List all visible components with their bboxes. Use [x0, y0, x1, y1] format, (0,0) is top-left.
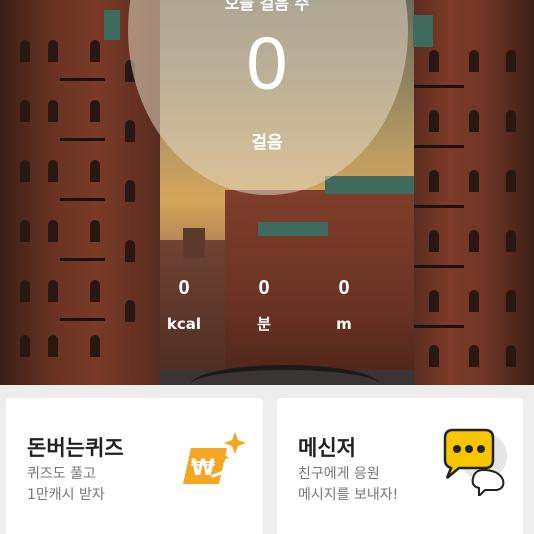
steps-header-label: 오늘 걸음 수	[224, 0, 310, 13]
quiz-card[interactable]: 돈버는퀴즈 퀴즈도 풀고 1만캐시 받자 ₩	[6, 398, 263, 534]
step-count: 0	[246, 22, 288, 105]
calories-value: 0	[178, 277, 190, 299]
calories-stat: 0 kcal	[154, 276, 214, 334]
quiz-card-desc: 퀴즈도 풀고 1만캐시 받자	[27, 466, 105, 503]
church-tower	[183, 228, 205, 258]
distance-unit: m	[336, 315, 352, 333]
chat-bubbles-icon	[443, 428, 507, 496]
green-roof	[258, 222, 328, 236]
quiz-won-icon: ₩	[183, 432, 246, 484]
green-roof	[325, 176, 420, 194]
minutes-value: 0	[258, 277, 270, 299]
messenger-card[interactable]: 메신저 친구에게 응원 메시지를 보내자!	[277, 398, 523, 534]
distance-stat: 0 m	[314, 276, 374, 334]
distance-value: 0	[338, 277, 350, 299]
svg-text:₩: ₩	[191, 456, 215, 481]
minutes-stat: 0 분	[234, 276, 294, 334]
messenger-card-title: 메신저	[298, 436, 356, 460]
hero-background: 오늘 걸음 수 0 걸음 0 kcal 0 분 0 m	[0, 0, 534, 385]
calories-unit: kcal	[166, 315, 202, 333]
minutes-unit: 분	[257, 315, 271, 333]
quiz-card-title: 돈버는퀴즈	[27, 436, 124, 460]
step-unit-label: 걸음	[251, 133, 283, 153]
messenger-card-desc: 친구에게 응원 메시지를 보내자!	[298, 466, 399, 503]
